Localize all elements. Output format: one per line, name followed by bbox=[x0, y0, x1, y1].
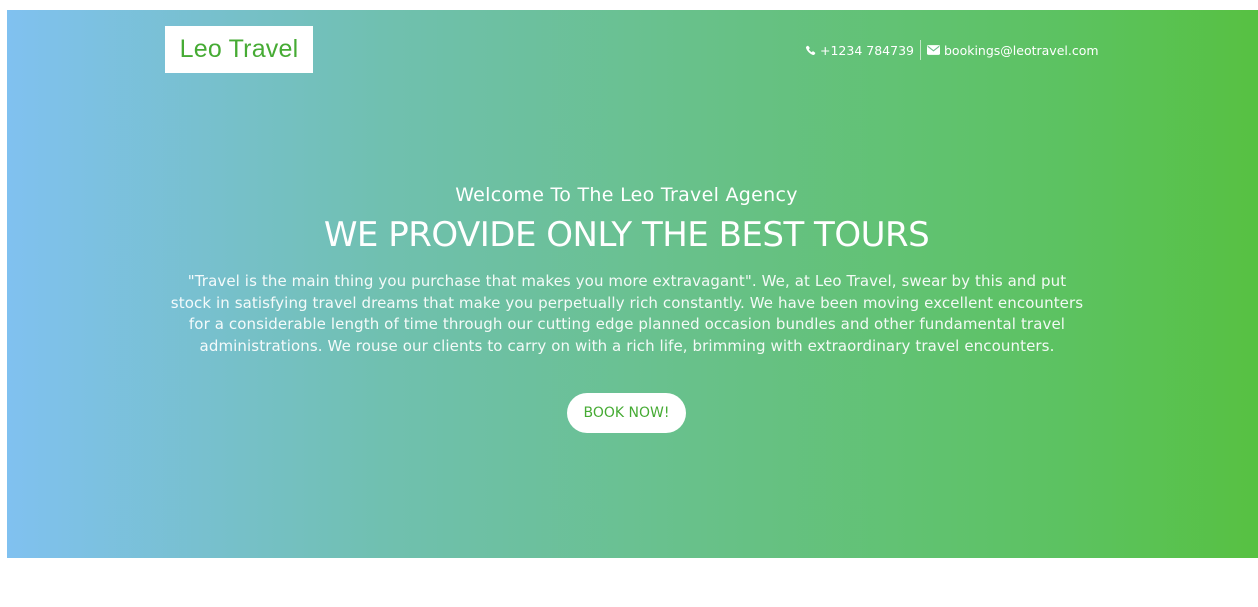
email-address: bookings@leotravel.com bbox=[943, 42, 1099, 58]
contact-divider bbox=[919, 40, 921, 60]
phone-link[interactable]: +1234 784739 bbox=[805, 43, 914, 58]
phone-icon bbox=[805, 45, 816, 56]
logo[interactable]: Leo Travel bbox=[165, 26, 313, 73]
phone-number: +1234 784739 bbox=[820, 42, 914, 58]
hero-description: "Travel is the main thing you purchase t… bbox=[170, 272, 1084, 355]
welcome-subtitle: Welcome To The Leo Travel Agency bbox=[455, 184, 798, 206]
hero-section: Leo Travel +1234 784739 bookings@leotrav… bbox=[7, 10, 1258, 558]
contact-info: +1234 784739 bookings@leotravel.com bbox=[805, 40, 1099, 60]
logo-text: Leo Travel bbox=[179, 35, 299, 63]
email-link[interactable]: bookings@leotravel.com bbox=[926, 42, 1099, 58]
page-title: WE PROVIDE ONLY THE BEST TOURS bbox=[323, 215, 930, 255]
envelope-icon bbox=[926, 45, 940, 55]
book-now-button[interactable]: BOOK NOW! bbox=[567, 393, 686, 433]
